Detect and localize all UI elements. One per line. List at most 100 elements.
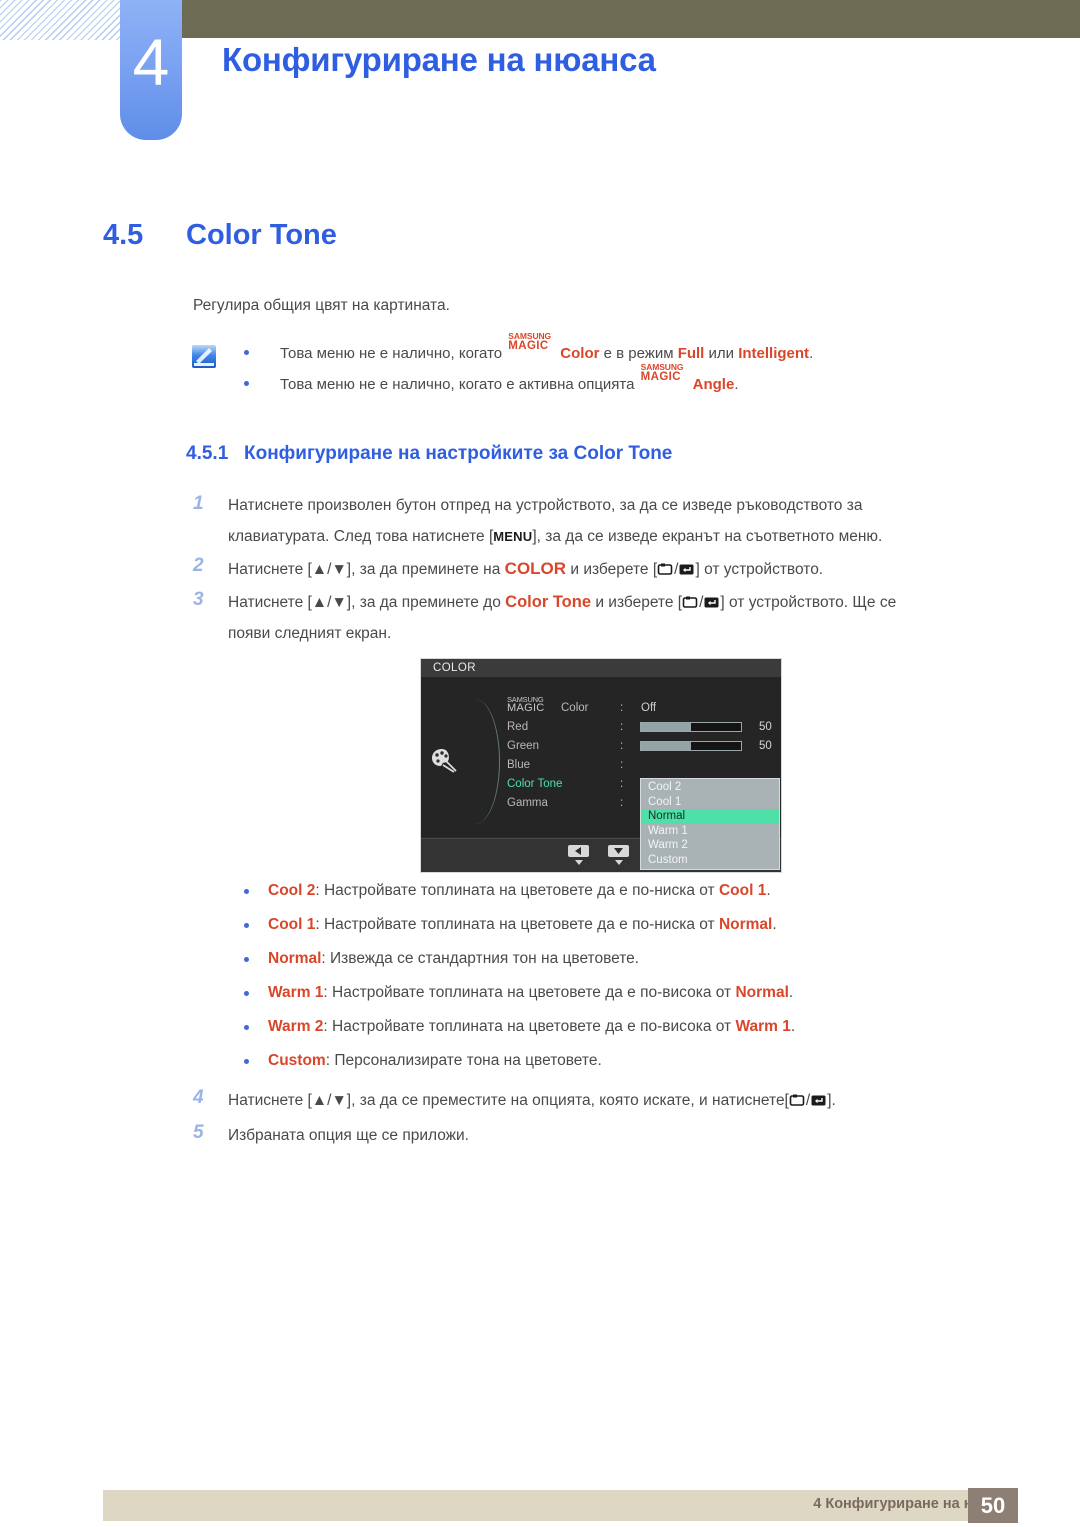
menu-key-label: MENU <box>493 529 533 544</box>
note-magic-suffix: Color <box>560 345 600 362</box>
step-number-5: 5 <box>193 1122 204 1143</box>
step2-target: COLOR <box>504 559 567 578</box>
source-button-icon <box>657 556 674 575</box>
option-desc-end: . <box>772 916 777 933</box>
osd-row-green[interactable]: Green : 50 <box>507 737 777 756</box>
magic-bottom-text: MAGIC <box>640 371 681 383</box>
option-ref: Normal <box>718 916 773 933</box>
option-ref: Normal <box>735 984 789 1001</box>
step3-target: Color Tone <box>505 593 592 611</box>
step-number-4: 4 <box>193 1087 204 1108</box>
header-olive-bar <box>178 0 1080 38</box>
magic-bottom-text: MAGIC <box>508 340 549 352</box>
osd-arc-decoration <box>459 699 500 824</box>
option-name: Custom <box>268 1052 326 1069</box>
down-arrow-icon <box>608 845 629 857</box>
step-number-1: 1 <box>193 493 204 514</box>
note-list: Това меню не е налично, когато SAMSUNG MA… <box>238 332 1028 404</box>
list-item: Warm 2: Настройвате топлината на цветове… <box>238 1016 1038 1050</box>
step4-prefix: Натиснете [▲/▼], за да се преместите на … <box>228 1092 789 1109</box>
bullet-icon <box>244 381 249 386</box>
option-name: Warm 2 <box>268 1018 324 1035</box>
osd-colon: : <box>620 797 624 809</box>
option-desc: : Персонализирате тона на цветовете. <box>325 1052 602 1069</box>
page-number: 50 <box>968 1488 1018 1523</box>
osd-color-tone-dropdown[interactable]: Cool 2 Cool 1 Normal Warm 1 Warm 2 Custo… <box>640 778 780 870</box>
enter-button-icon <box>678 556 695 575</box>
step-text-3: Натиснете [▲/▼], за да преминете до Colo… <box>228 587 1023 649</box>
osd-row-magic-color[interactable]: SAMSUNG MAGIC Color : Off <box>507 696 777 718</box>
note-pencil-icon <box>189 343 219 371</box>
note-option-2: Intelligent <box>738 345 810 362</box>
dropdown-item-normal[interactable]: Normal <box>641 809 779 824</box>
option-name: Normal <box>268 950 322 967</box>
step2-mid: и изберете [ <box>566 561 658 578</box>
step3-suffix: ] от устройството. Ще се <box>720 594 897 611</box>
list-item: Cool 1: Настройвате топлината на цветове… <box>238 914 1038 948</box>
osd-label-color: Color <box>561 702 589 714</box>
osd-menu-screenshot: COLOR SAMSUNG MAGIC Color : Off Red: 50… <box>420 658 782 873</box>
osd-label-green: Green <box>507 740 539 752</box>
note-text-post: . <box>809 345 814 362</box>
step-text-5: Избраната опция ще се приложи. <box>228 1127 469 1144</box>
step-text-2: Натиснете [▲/▼], за да преминете на COLO… <box>228 553 1018 585</box>
osd-down-arrow-button[interactable] <box>608 845 629 865</box>
osd-left-arrow-button[interactable] <box>568 845 589 865</box>
left-arrow-icon <box>568 845 589 857</box>
osd-colon: : <box>620 778 624 790</box>
option-desc-end: . <box>788 984 794 1001</box>
step-number-3: 3 <box>193 589 204 610</box>
dropdown-item-custom[interactable]: Custom <box>641 853 779 868</box>
option-desc: : Настройвате топлината на цветовете да … <box>315 916 719 933</box>
source-button-icon <box>789 1087 806 1106</box>
option-ref: Cool 1 <box>718 882 767 899</box>
osd-colon: : <box>620 740 624 752</box>
option-desc: : Настройвате топлината на цветовете да … <box>323 984 736 1001</box>
osd-colon: : <box>620 721 624 733</box>
osd-value-green: 50 <box>759 740 772 752</box>
dropdown-item-cool-1[interactable]: Cool 1 <box>641 795 779 810</box>
note-text-mid: е в режим <box>599 345 678 362</box>
section-number: 4.5 <box>103 219 144 251</box>
note-item: Това меню не е налично, когато е активна… <box>238 363 1028 395</box>
option-ref: Warm 1 <box>735 1018 791 1035</box>
osd-slider-red[interactable] <box>640 722 742 732</box>
step1-line2a: клавиатурата. След това натиснете [ <box>228 528 494 545</box>
dropdown-item-warm-1[interactable]: Warm 1 <box>641 824 779 839</box>
bullet-icon <box>244 889 249 894</box>
osd-colon: : <box>620 759 624 771</box>
note-option-1: Full <box>677 345 705 362</box>
note-item: Това меню не е налично, когато SAMSUNG MA… <box>238 332 1028 364</box>
osd-label-color-tone: Color Tone <box>507 778 563 790</box>
osd-body: SAMSUNG MAGIC Color : Off Red : 50 Green… <box>421 677 781 870</box>
osd-value-red: 50 <box>759 721 772 733</box>
list-item: Cool 2: Настройвате топлината на цветове… <box>238 880 1038 914</box>
step1-line2b: ], за да се изведе екранът на съответнот… <box>532 528 883 545</box>
tick-icon <box>574 860 583 865</box>
option-desc: : Настройвате топлината на цветовете да … <box>323 1018 736 1035</box>
note-text-post: . <box>734 376 739 393</box>
option-desc-end: . <box>766 882 771 899</box>
section-title: Color Tone <box>186 219 337 251</box>
osd-value-magic-color: Off <box>641 702 657 714</box>
palette-icon <box>431 747 461 773</box>
list-item: Warm 1: Настройвате топлината на цветове… <box>238 982 1038 1016</box>
option-desc: : Настройвате топлината на цветовете да … <box>315 882 719 899</box>
step4-suffix: ]. <box>827 1092 836 1109</box>
note-text-pre: Това меню не е налично, когато е активна… <box>280 376 639 393</box>
option-desc-end: . <box>790 1018 796 1035</box>
samsung-magic-logo: SAMSUNG MAGIC <box>508 332 560 358</box>
osd-label-gamma: Gamma <box>507 797 548 809</box>
list-item: Custom: Персонализирате тона на цветовет… <box>238 1050 1038 1084</box>
dropdown-item-warm-2[interactable]: Warm 2 <box>641 838 779 853</box>
dropdown-item-cool-2[interactable]: Cool 2 <box>641 780 779 795</box>
osd-slider-green[interactable] <box>640 741 742 751</box>
bullet-icon <box>244 991 249 996</box>
step-text-4: Натиснете [▲/▼], за да се преместите на … <box>228 1085 1028 1116</box>
option-name: Warm 1 <box>268 984 324 1001</box>
list-item: Normal: Извежда се стандартния тон на цв… <box>238 948 1038 982</box>
osd-row-blue[interactable]: Blue : <box>507 756 777 775</box>
step3-line2: появи следният екран. <box>228 625 392 642</box>
osd-row-red[interactable]: Red : 50 <box>507 718 777 737</box>
samsung-magic-logo: SAMSUNG MAGIC <box>640 363 693 389</box>
